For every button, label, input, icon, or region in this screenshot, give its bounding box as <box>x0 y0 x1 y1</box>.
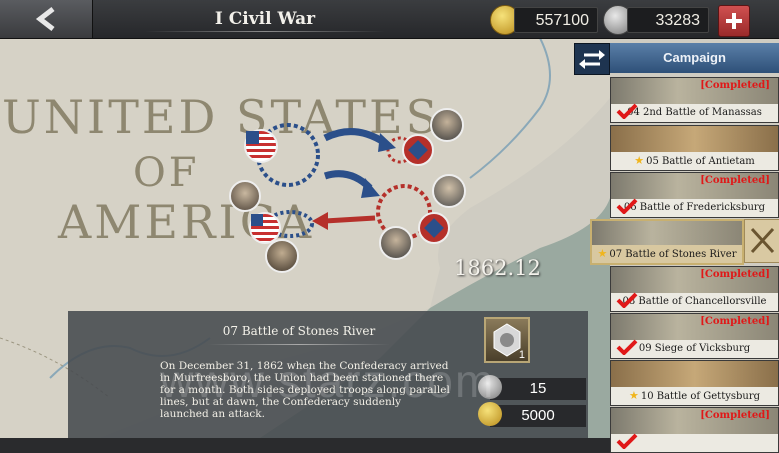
battle-item[interactable]: ★ 10 Battle of Gettysburg <box>610 360 779 406</box>
reward-gold: 5000 <box>478 402 586 427</box>
completed-badge: [Completed] <box>700 80 770 91</box>
battle-label-text: 09 Siege of Vicksburg <box>638 343 751 354</box>
add-currency-button[interactable] <box>718 5 750 37</box>
battle-item[interactable]: ★ 05 Battle of Antietam <box>610 125 779 171</box>
checkmark-icon <box>616 198 638 214</box>
battle-label: ★ 10 Battle of Gettysburg <box>611 387 778 405</box>
battle-label: ★ 05 Battle of Antietam <box>611 152 778 170</box>
campaign-header: Campaign <box>610 43 779 73</box>
general-portrait[interactable] <box>379 226 413 260</box>
battle-item[interactable]: [Completed] 08 Battle of Chancellorsville <box>610 266 779 312</box>
confederate-flag-marker-2[interactable] <box>418 212 450 244</box>
battle-markers <box>256 123 432 240</box>
checkmark-icon <box>616 103 638 119</box>
battle-label-text: 06 Battle of Fredericksburg <box>623 202 766 213</box>
crossed-swords-icon <box>750 227 775 254</box>
reward-medals-value: 15 <box>529 380 547 397</box>
battle-item[interactable]: [Completed] 04 2nd Battle of Manassas <box>610 77 779 123</box>
star-icon: ★ <box>628 389 639 402</box>
confederate-flag-marker[interactable] <box>402 134 434 166</box>
medal-counter: 33283 <box>627 7 709 33</box>
chevron-left-icon <box>35 7 55 31</box>
completed-badge: [Completed] <box>700 410 770 421</box>
reward-gold-value: 5000 <box>521 407 555 424</box>
checkmark-icon <box>616 433 638 449</box>
title-divider <box>145 31 385 32</box>
completed-badge: [Completed] <box>700 175 770 186</box>
watermark: www.starz.com <box>160 355 496 407</box>
gold-counter: 557100 <box>514 7 598 33</box>
page-title: I Civil War <box>214 9 316 29</box>
completed-badge: [Completed] <box>700 269 770 280</box>
battle-label: ★ 07 Battle of Stones River <box>592 245 742 263</box>
battle-title: 07 Battle of Stones River <box>222 324 376 338</box>
general-portrait[interactable] <box>265 239 299 273</box>
start-battle-button[interactable] <box>744 219 779 263</box>
battle-label-text: 05 Battle of Antietam <box>646 156 755 167</box>
battle-item[interactable]: ★ 07 Battle of Stones River <box>590 219 744 265</box>
checkmark-icon <box>616 292 638 308</box>
battle-label-text: 04 2nd Battle of Manassas <box>627 107 762 118</box>
medal-reward-count: 1 <box>518 349 525 361</box>
completed-badge: [Completed] <box>700 316 770 327</box>
back-button[interactable] <box>0 0 93 38</box>
star-icon: ★ <box>597 247 608 260</box>
battle-label-text: 08 Battle of Chancellorsville <box>622 296 767 307</box>
battle-label-text: 07 Battle of Stones River <box>609 249 737 260</box>
general-portrait[interactable] <box>432 174 466 208</box>
top-bar: I Civil War 557100 33283 <box>0 0 779 39</box>
battle-label-text: 10 Battle of Gettysburg <box>640 391 761 402</box>
battle-thumbnail <box>611 361 778 389</box>
reward-medals: 15 <box>478 375 586 400</box>
checkmark-icon <box>616 339 638 355</box>
union-flag-marker[interactable] <box>244 129 278 163</box>
battle-date: 1862.12 <box>454 256 541 280</box>
general-portrait[interactable] <box>229 180 261 212</box>
battle-thumbnail <box>611 126 778 154</box>
swap-arrows-icon <box>579 50 605 69</box>
general-portrait[interactable] <box>430 108 464 142</box>
swap-view-button[interactable] <box>574 43 610 75</box>
battle-item[interactable]: [Completed] 09 Siege of Vicksburg <box>610 313 779 359</box>
battle-item[interactable]: [Completed] 06 Battle of Fredericksburg <box>610 172 779 218</box>
panel-divider <box>208 344 390 345</box>
star-icon: ★ <box>634 154 645 167</box>
battle-item[interactable]: [Completed] <box>610 407 779 453</box>
